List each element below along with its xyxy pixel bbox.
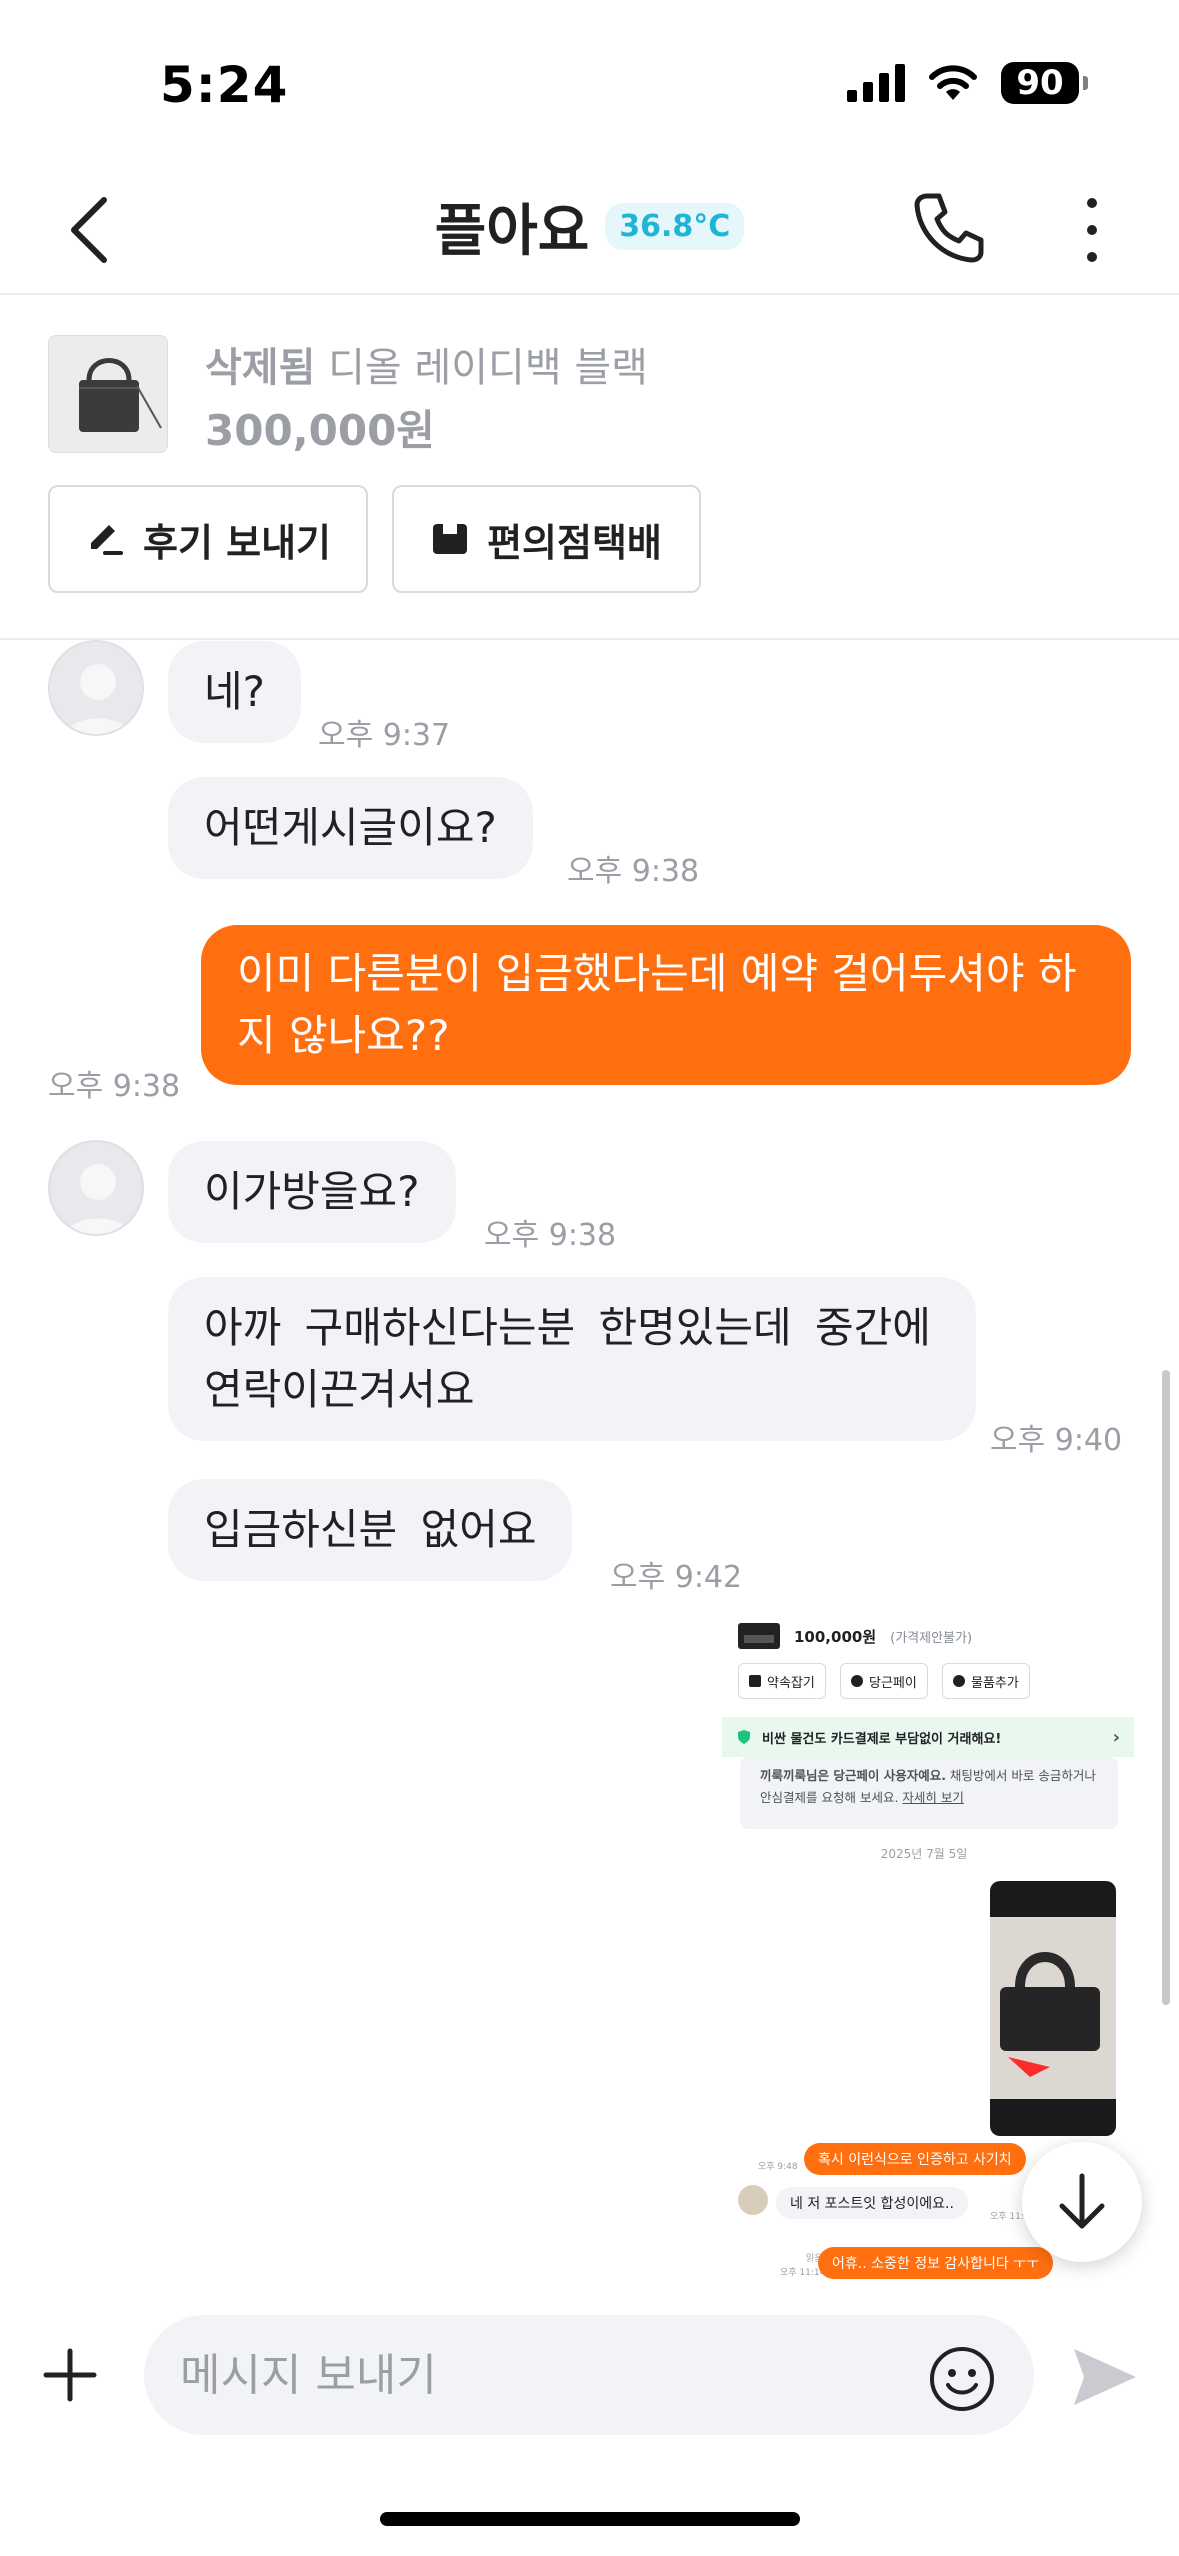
- cellular-signal-icon: [847, 64, 905, 102]
- banner-text: 비싼 물건도 카드결제로 부담없이 거래해요!: [762, 1731, 1002, 1747]
- handbag-image: [49, 336, 167, 452]
- message-time: 오후 9:38: [48, 1069, 181, 1104]
- shield-check-icon: [738, 1730, 750, 1744]
- scroll-to-bottom-button[interactable]: [1022, 2142, 1142, 2262]
- plus-icon: [43, 2348, 97, 2402]
- chevron-right-icon: ›: [1112, 1726, 1120, 1748]
- user-avatar-icon: [65, 1164, 131, 1234]
- message-input-bar: [0, 2295, 1179, 2455]
- shared-chat-time: 오후 9:48: [758, 2162, 798, 2172]
- product-title[interactable]: 삭제됨 디올 레이디백 블랙: [205, 335, 648, 393]
- product-name: 디올 레이디백 블랙: [328, 345, 648, 391]
- message-input[interactable]: [144, 2315, 1034, 2435]
- card-payment-banner: 비싼 물건도 카드결제로 부담없이 거래해요! ›: [722, 1717, 1134, 1757]
- shared-chat-avatar: [738, 2185, 768, 2215]
- convenience-store-delivery-label: 편의점택배: [487, 520, 662, 565]
- bag-photo-content: [990, 1917, 1116, 2099]
- notice-bold-text: 끼룩끼룩님은 당근페이 사용자예요.: [760, 1768, 946, 1783]
- scrollbar[interactable]: [1162, 1370, 1170, 2005]
- message-bubble-received: 아까 구매하신다는분 한명있는데 중간에 연락이끈겨서요: [168, 1277, 976, 1441]
- bag-image: [990, 1917, 1116, 2099]
- message-bubble-received: 어떤게시글이요?: [168, 777, 533, 879]
- message-time: 오후 9:42: [610, 1560, 743, 1595]
- header-title-group: 플아요 36.8°C: [0, 186, 1179, 267]
- avatar[interactable]: [48, 1140, 144, 1236]
- shared-date-divider: 2025년 7월 5일: [880, 1847, 968, 1861]
- product-price: 300,000원: [205, 406, 435, 455]
- message-time: 오후 9:40: [990, 1423, 1123, 1458]
- message-time: 오후 9:38: [484, 1218, 617, 1253]
- shared-bag-photo: [990, 1881, 1116, 2136]
- calendar-icon: [749, 1675, 761, 1687]
- page-title: 플아요: [434, 199, 590, 264]
- pay-notice: 끼룩끼룩님은 당근페이 사용자예요. 채팅방에서 바로 송금하거나 안심결제를 …: [740, 1757, 1118, 1829]
- user-avatar-icon: [65, 664, 131, 734]
- home-indicator: [380, 2512, 800, 2526]
- message-bubble-received: 이가방을요?: [168, 1141, 456, 1243]
- call-button[interactable]: [909, 188, 989, 268]
- notice-link: 자세히 보기: [902, 1790, 964, 1805]
- shared-chat-time: 오후 11:: [990, 2212, 1024, 2222]
- pay-icon: [851, 1675, 863, 1687]
- mini-pay-button: 당근페이: [840, 1663, 928, 1699]
- shared-price: 100,000원: [794, 1627, 877, 1646]
- package-box-icon: [433, 524, 468, 554]
- shared-price-row: 100,000원 (가격제안불가): [738, 1623, 972, 1649]
- send-button[interactable]: [1070, 2345, 1140, 2409]
- manner-temperature-badge: 36.8°C: [605, 203, 745, 250]
- product-thumbnail[interactable]: [48, 335, 168, 453]
- emoji-button[interactable]: [928, 2345, 996, 2413]
- mini-add-item-label: 물품추가: [971, 1675, 1019, 1691]
- more-options-button[interactable]: [1077, 190, 1107, 270]
- wifi-icon: [929, 65, 977, 100]
- send-review-button[interactable]: 후기 보내기: [48, 485, 368, 593]
- convenience-store-delivery-button[interactable]: 편의점택배: [392, 485, 701, 593]
- mini-appointment-button: 약속잡기: [738, 1663, 826, 1699]
- mini-add-item-button: 물품추가: [942, 1663, 1030, 1699]
- status-icons: 90: [847, 62, 1088, 104]
- message-bubble-received: 입금하신분 없어요: [168, 1479, 573, 1581]
- more-dot-icon: [1087, 252, 1097, 262]
- message-time: 오후 9:37: [318, 718, 451, 753]
- avatar[interactable]: [48, 640, 144, 736]
- plus-circle-icon: [953, 1675, 965, 1687]
- battery-indicator: 90: [1001, 62, 1088, 104]
- more-dot-icon: [1087, 198, 1097, 208]
- message-bubble-received: 네?: [168, 641, 301, 743]
- shared-chat-sent: 혹시 이런식으로 인증하고 사기치: [804, 2143, 1026, 2175]
- pencil-icon: [90, 525, 123, 555]
- shared-price-note: (가격제안불가): [890, 1630, 973, 1646]
- arrow-down-icon: [1059, 2173, 1105, 2229]
- send-review-label: 후기 보내기: [142, 520, 332, 565]
- smiley-icon: [930, 2347, 994, 2411]
- deleted-status-label: 삭제됨: [205, 345, 316, 391]
- mini-pay-label: 당근페이: [869, 1675, 917, 1691]
- phone-icon: [914, 193, 984, 263]
- mini-appointment-label: 약속잡기: [767, 1675, 815, 1691]
- more-dot-icon: [1087, 225, 1097, 235]
- shared-chat-received: 네 저 포스트잇 합성이에요..: [776, 2187, 968, 2219]
- message-time: 오후 9:38: [567, 854, 700, 889]
- product-thumbnail-icon: [738, 1623, 780, 1649]
- product-panel: 삭제됨 디올 레이디백 블랙 300,000원 후기 보내기 편의점택배: [0, 297, 1179, 640]
- message-bubble-sent: 이미 다른분이 입금했다는데 예약 걸어두셔야 하지 않나요??: [201, 925, 1131, 1085]
- shared-chat-sent: 어휴.. 소중한 정보 감사합니다 ㅜㅜ: [818, 2247, 1054, 2279]
- attach-button[interactable]: [40, 2345, 100, 2405]
- status-time: 5:24: [160, 56, 289, 114]
- send-arrow-icon: [1074, 2349, 1136, 2405]
- chat-header: 플아요 36.8°C: [0, 160, 1179, 295]
